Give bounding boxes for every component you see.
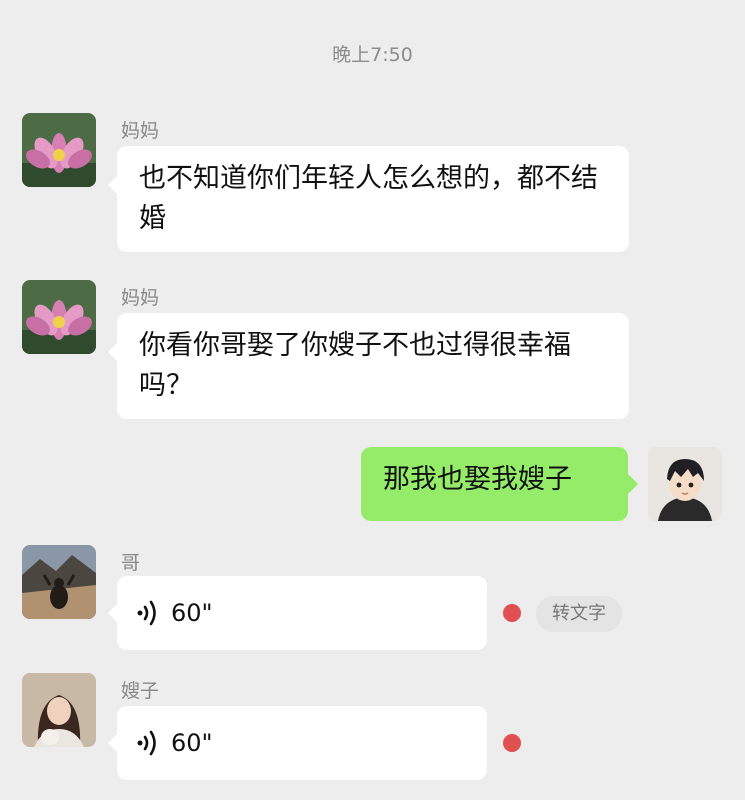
sender-name: 嫂子 bbox=[121, 680, 160, 702]
voice-message-bubble[interactable]: 60" bbox=[117, 576, 487, 650]
unread-dot bbox=[503, 604, 521, 622]
chat-screen: 晚上7:50 妈妈 也不知道你们年轻人怎么想的，都不结婚 妈妈 你看你哥娶了你嫂… bbox=[0, 0, 745, 800]
message-timestamp: 晚上7:50 bbox=[332, 44, 413, 66]
avatar-sister-in-law[interactable] bbox=[22, 673, 96, 747]
anime-boy-icon bbox=[648, 447, 722, 521]
woman-photo-icon bbox=[22, 673, 96, 747]
unread-dot bbox=[503, 734, 521, 752]
voice-duration: 60" bbox=[171, 599, 213, 627]
message-bubble[interactable]: 也不知道你们年轻人怎么想的，都不结婚 bbox=[117, 146, 629, 252]
avatar-mom[interactable] bbox=[22, 280, 96, 354]
sender-name: 妈妈 bbox=[121, 287, 160, 309]
mountain-landscape-icon bbox=[22, 545, 96, 619]
avatar-me[interactable] bbox=[648, 447, 722, 521]
sender-name: 妈妈 bbox=[121, 120, 160, 142]
sender-name: 哥 bbox=[121, 552, 141, 574]
outgoing-message-bubble[interactable]: 那我也娶我嫂子 bbox=[361, 447, 628, 521]
voice-wave-icon bbox=[135, 728, 161, 758]
lotus-flower-icon bbox=[22, 113, 96, 187]
avatar-mom[interactable] bbox=[22, 113, 96, 187]
avatar-brother[interactable] bbox=[22, 545, 96, 619]
voice-wave-icon bbox=[135, 598, 161, 628]
voice-message-bubble[interactable]: 60" bbox=[117, 706, 487, 780]
voice-duration: 60" bbox=[171, 729, 213, 757]
message-bubble[interactable]: 你看你哥娶了你嫂子不也过得很幸福吗？ bbox=[117, 313, 629, 419]
convert-to-text-button[interactable]: 转文字 bbox=[536, 596, 622, 632]
bubble-tail bbox=[628, 474, 638, 494]
lotus-flower-icon bbox=[22, 280, 96, 354]
